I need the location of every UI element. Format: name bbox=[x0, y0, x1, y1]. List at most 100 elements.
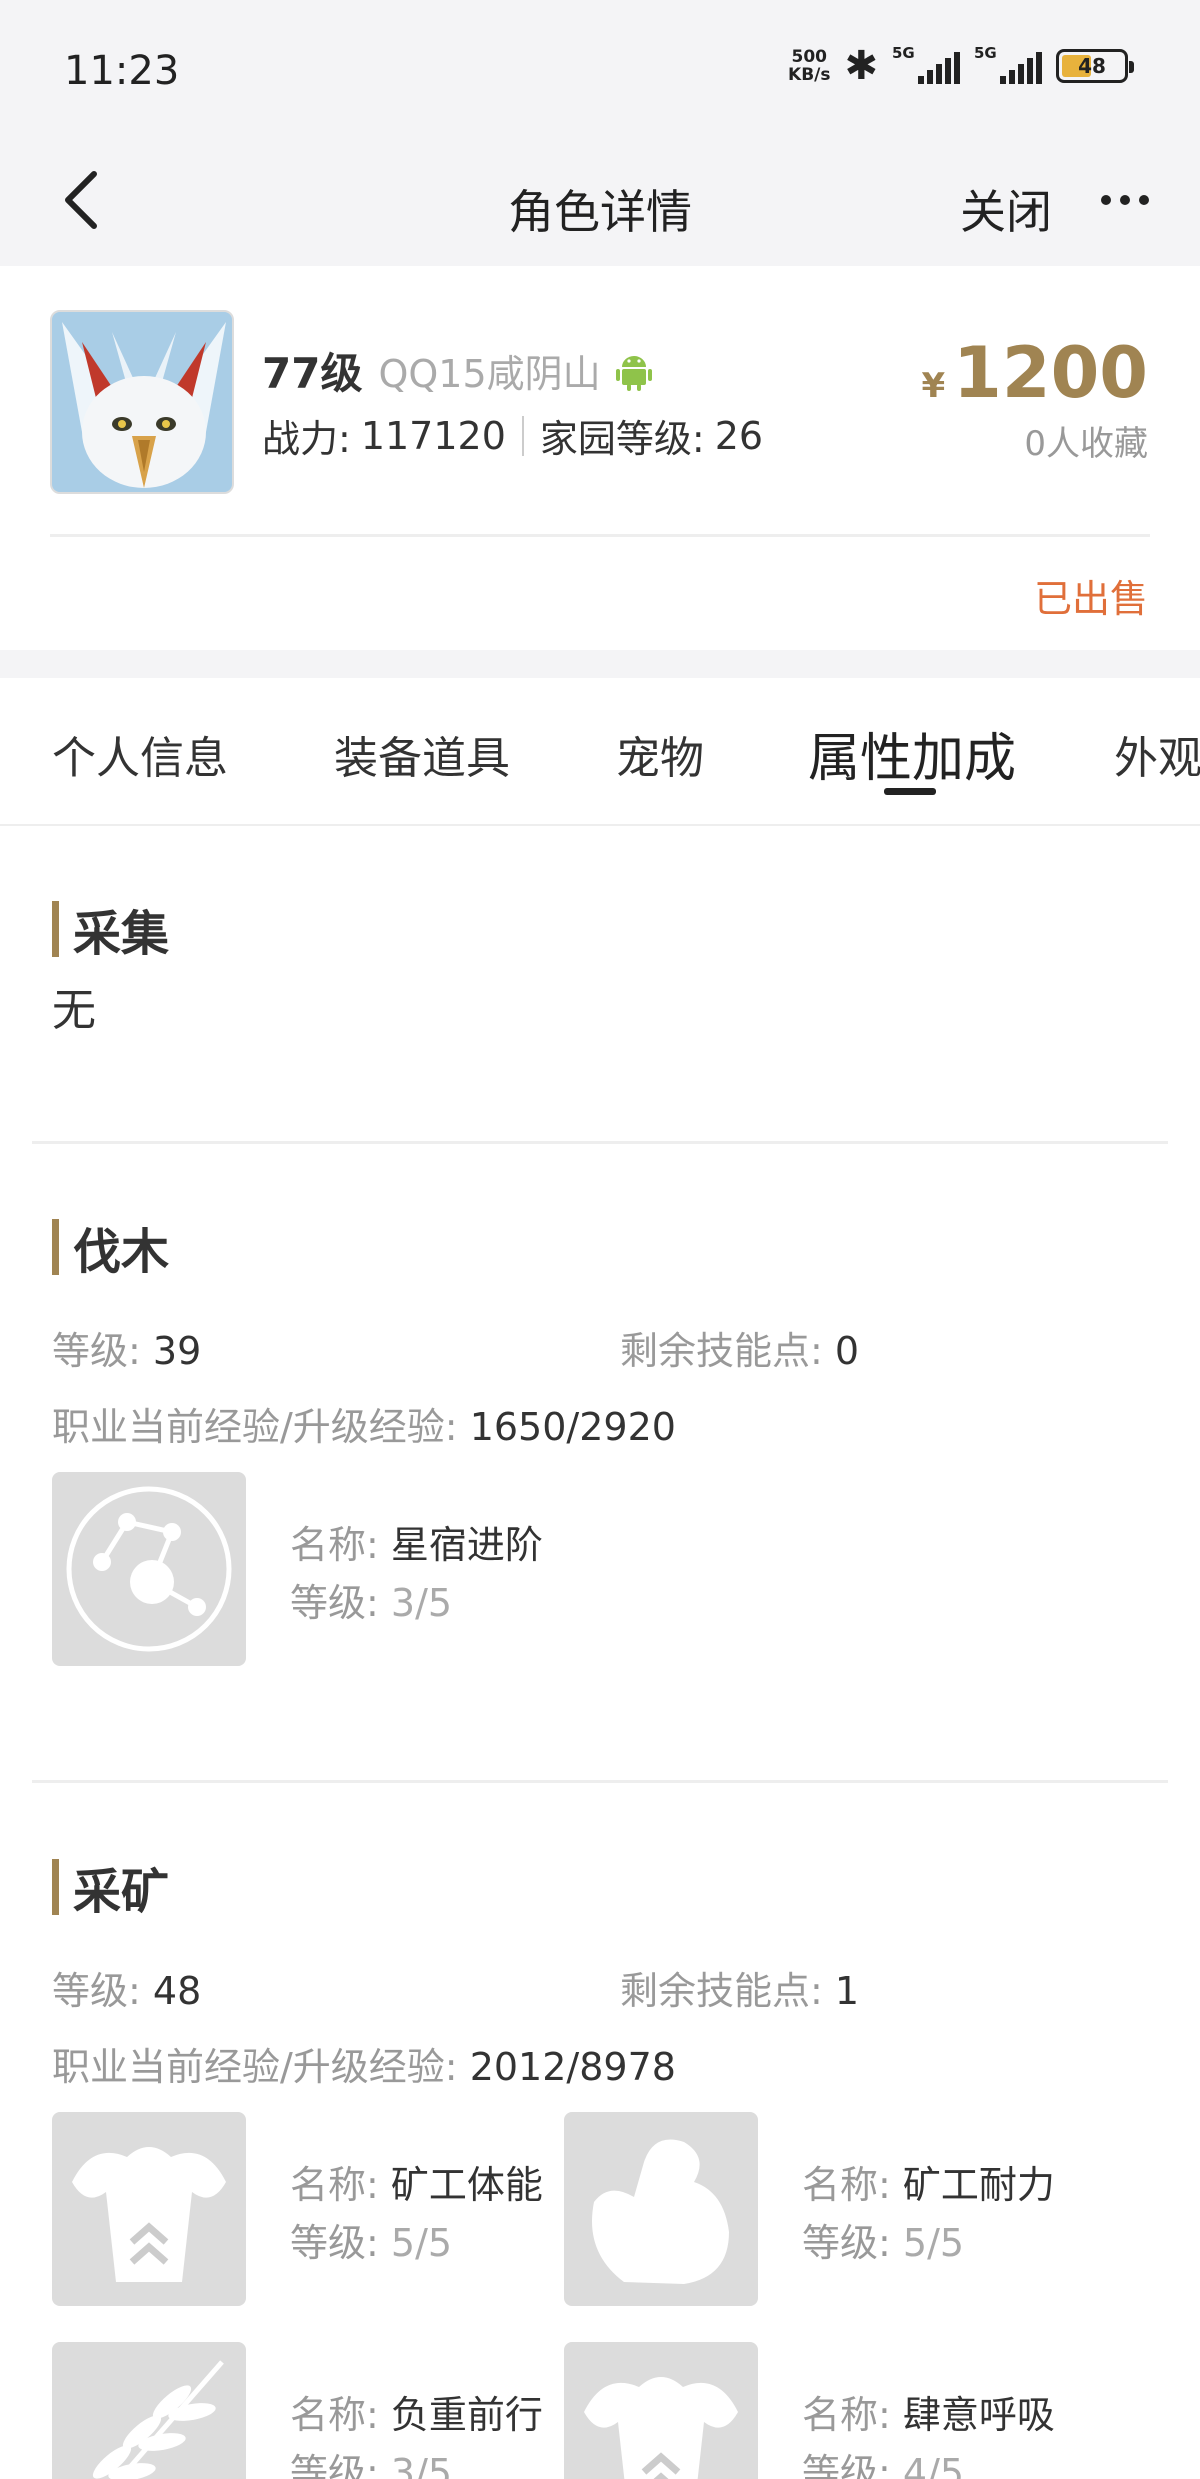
signal-5g-label-2: 5G bbox=[974, 44, 997, 62]
signal-icon: 5G bbox=[892, 44, 960, 84]
skill-level-value: 3/5 bbox=[390, 2451, 453, 2479]
role-level-line: 77级 QQ15咸阴山 bbox=[262, 340, 653, 401]
skill-level: 等级: 4/5 bbox=[802, 2442, 964, 2479]
server-name: QQ15咸阴山 bbox=[378, 352, 601, 396]
price-currency-symbol: ¥ bbox=[921, 366, 946, 406]
logging-skill-points: 剩余技能点: 0 bbox=[620, 1320, 859, 1375]
network-speed-unit: KB/s bbox=[788, 65, 831, 85]
logging-exp: 职业当前经验/升级经验: 1650/2920 bbox=[52, 1396, 676, 1451]
tab-appearance[interactable]: 外观 bbox=[1114, 722, 1200, 786]
nav-bar: 角色详情 关闭 bbox=[0, 140, 1200, 266]
signal-icon-2: 5G bbox=[974, 44, 1042, 84]
section-title-text: 采集 bbox=[73, 906, 170, 962]
level-label: 等级: bbox=[52, 1969, 141, 2013]
tab-bar: 个人信息 装备道具 宠物 属性加成 外观 bbox=[0, 678, 1200, 826]
back-arrow-icon[interactable] bbox=[56, 162, 116, 238]
favorites-count: 0人收藏 bbox=[1024, 424, 1148, 464]
level-value: 48 bbox=[152, 1969, 202, 2013]
more-options-icon[interactable] bbox=[1098, 180, 1152, 220]
skill-level-value: 3/5 bbox=[390, 1581, 453, 1625]
skill-name-label: 名称: bbox=[802, 2393, 891, 2437]
skill-level: 等级: 5/5 bbox=[290, 2212, 452, 2267]
section-title-mining: 采矿 bbox=[52, 1852, 169, 1922]
skill-name: 名称: 星宿进阶 bbox=[290, 1514, 543, 1569]
skill-name-label: 名称: bbox=[290, 2163, 379, 2207]
skill-name: 名称: 矿工体能 bbox=[290, 2154, 543, 2209]
role-avatar bbox=[50, 310, 234, 494]
mining-skill-points: 剩余技能点: 1 bbox=[620, 1960, 859, 2015]
skill-name-label: 名称: bbox=[802, 2163, 891, 2207]
skill-name: 名称: 负重前行 bbox=[290, 2384, 543, 2439]
bluetooth-icon: ✱ bbox=[844, 43, 878, 89]
skill-item: 名称: 星宿进阶 等级: 3/5 bbox=[52, 1472, 572, 1666]
status-icons: 500 KB/s ✱ 5G 5G 48 bbox=[788, 43, 1134, 89]
power-value: 117120 bbox=[360, 413, 506, 458]
exp-label: 职业当前经验/升级经验: bbox=[52, 1405, 458, 1449]
flexed-arm-icon bbox=[564, 2112, 758, 2306]
skill-level: 等级: 3/5 bbox=[290, 1572, 452, 1627]
section-title-gathering: 采集 bbox=[52, 894, 169, 964]
skill-points-label: 剩余技能点: bbox=[620, 1969, 823, 2013]
skill-level-label: 等级: bbox=[290, 2221, 379, 2265]
title-accent-bar bbox=[52, 1859, 59, 1915]
network-speed: 500 KB/s bbox=[788, 48, 830, 84]
tab-pets[interactable]: 宠物 bbox=[616, 722, 704, 786]
role-summary-card: 77级 QQ15咸阴山 战力: 117120 家园等级: 26 ¥ 1200 0… bbox=[0, 266, 1200, 650]
close-button[interactable]: 关闭 bbox=[960, 176, 1052, 242]
battery-icon: 48 bbox=[1056, 49, 1134, 83]
status-time: 11:23 bbox=[64, 48, 180, 94]
skill-points-value: 0 bbox=[834, 1329, 860, 1373]
skill-level-value: 5/5 bbox=[390, 2221, 453, 2265]
android-icon bbox=[615, 355, 652, 391]
skill-name: 名称: 肆意呼吸 bbox=[802, 2384, 1055, 2439]
skill-name-value: 矿工体能 bbox=[390, 2163, 543, 2207]
section-divider bbox=[32, 1780, 1168, 1783]
role-power-line: 战力: 117120 家园等级: 26 bbox=[262, 408, 763, 463]
skill-name-value: 负重前行 bbox=[390, 2393, 543, 2437]
title-accent-bar bbox=[52, 1219, 59, 1275]
skill-level-value: 5/5 bbox=[902, 2221, 965, 2265]
muscle-torso-icon bbox=[52, 2112, 246, 2306]
power-label: 战力: bbox=[262, 417, 351, 461]
section-title-text: 采矿 bbox=[73, 1864, 170, 1920]
skill-item: 名称: 矿工耐力 等级: 5/5 bbox=[564, 2112, 1084, 2306]
section-gap bbox=[0, 650, 1200, 678]
section-title-logging: 伐木 bbox=[52, 1212, 169, 1282]
gathering-content: 无 bbox=[52, 985, 96, 1036]
card-divider bbox=[50, 534, 1150, 537]
sale-status-badge: 已出售 bbox=[1033, 577, 1148, 621]
skill-level-value: 4/5 bbox=[902, 2451, 965, 2479]
skill-level-label: 等级: bbox=[802, 2451, 891, 2479]
skill-name-label: 名称: bbox=[290, 1523, 379, 1567]
status-bar: 11:23 500 KB/s ✱ 5G 5G 48 bbox=[0, 0, 1200, 140]
skill-level: 等级: 5/5 bbox=[802, 2212, 964, 2267]
level-value: 39 bbox=[152, 1329, 202, 1373]
section-title-text: 伐木 bbox=[73, 1224, 170, 1280]
tab-personal-info[interactable]: 个人信息 bbox=[52, 722, 228, 786]
home-level-label: 家园等级: bbox=[539, 417, 705, 461]
skill-item: 名称: 矿工体能 等级: 5/5 bbox=[52, 2112, 572, 2306]
title-accent-bar bbox=[52, 901, 59, 957]
battery-level: 48 bbox=[1078, 54, 1106, 78]
section-divider bbox=[32, 1141, 1168, 1144]
role-level: 77级 bbox=[262, 349, 363, 398]
tab-attribute-bonus[interactable]: 属性加成 bbox=[808, 716, 1016, 791]
skill-name-value: 肆意呼吸 bbox=[902, 2393, 1055, 2437]
skill-level-label: 等级: bbox=[290, 2451, 379, 2479]
network-speed-value: 500 bbox=[791, 47, 828, 67]
exp-value: 2012/8978 bbox=[469, 2045, 676, 2089]
tab-equipment[interactable]: 装备道具 bbox=[334, 722, 510, 786]
skill-points-label: 剩余技能点: bbox=[620, 1329, 823, 1373]
constellation-icon bbox=[52, 1472, 246, 1666]
active-tab-indicator bbox=[884, 788, 936, 795]
wheat-branch-icon bbox=[52, 2342, 246, 2479]
signal-5g-label: 5G bbox=[892, 44, 915, 62]
eagle-avatar-icon bbox=[52, 312, 232, 492]
exp-value: 1650/2920 bbox=[469, 1405, 676, 1449]
skill-name-value: 星宿进阶 bbox=[390, 1523, 543, 1567]
skill-level-label: 等级: bbox=[802, 2221, 891, 2265]
skill-name: 名称: 矿工耐力 bbox=[802, 2154, 1055, 2209]
skill-level: 等级: 3/5 bbox=[290, 2442, 452, 2479]
price: ¥ 1200 bbox=[922, 332, 1149, 414]
mining-level: 等级: 48 bbox=[52, 1960, 201, 2015]
